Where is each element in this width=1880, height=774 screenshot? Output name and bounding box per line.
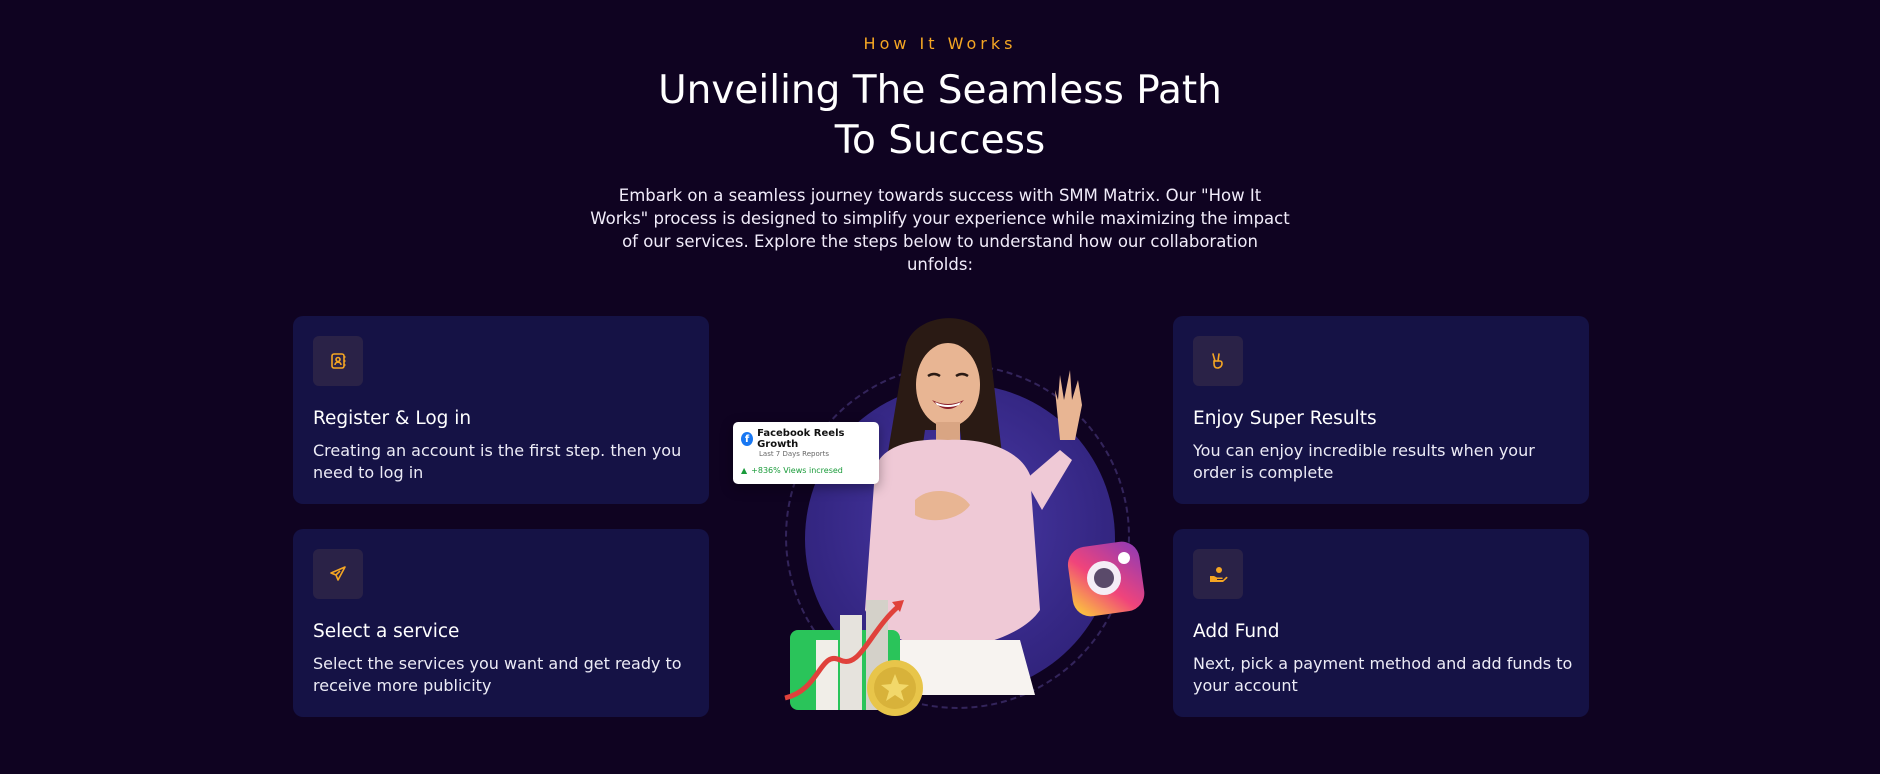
- badge-stat: +836% Views incresed: [751, 466, 843, 475]
- step-description: You can enjoy incredible results when yo…: [1193, 441, 1535, 482]
- step-title: Add Fund: [1193, 621, 1280, 642]
- section-title-line2: To Success: [834, 118, 1046, 163]
- step-card-add-fund: Add Fund Next, pick a payment method and…: [1173, 529, 1589, 717]
- step-card-register: Register & Log in Creating an account is…: [293, 316, 709, 504]
- growth-chart-coin-illustration: [784, 600, 923, 716]
- step-title: Enjoy Super Results: [1193, 408, 1377, 429]
- badge-subtitle: Last 7 Days Reports: [759, 450, 830, 458]
- paper-plane-icon: [313, 549, 363, 599]
- instagram-icon: [1067, 541, 1145, 617]
- step-card-results: Enjoy Super Results You can enjoy incred…: [1173, 316, 1589, 504]
- how-it-works-eyebrow: How It Works: [863, 34, 1017, 53]
- step-description: Select the services you want and get rea…: [313, 654, 682, 695]
- facebook-icon: f: [741, 432, 754, 446]
- section-title-line1: Unveiling The Seamless Path: [658, 68, 1222, 113]
- step-card-select-service: Select a service Select the services you…: [293, 529, 709, 717]
- badge-title: Facebook Reels Growth: [757, 428, 845, 450]
- facebook-reels-growth-card: f Facebook Reels Growth Last 7 Days Repo…: [733, 422, 879, 484]
- upload-arrow-icon: ▲: [741, 466, 748, 475]
- step-description: Next, pick a payment method and add fund…: [1193, 654, 1573, 695]
- hand-coin-icon: [1193, 549, 1243, 599]
- step-title: Select a service: [313, 621, 460, 642]
- step-description: Creating an account is the first step. t…: [313, 441, 682, 482]
- victory-hand-icon: [1193, 336, 1243, 386]
- step-title: Register & Log in: [313, 408, 472, 429]
- contact-book-icon: [313, 336, 363, 386]
- section-subtitle: Embark on a seamless journey towards suc…: [590, 186, 1290, 274]
- hero-illustration: f Facebook Reels Growth Last 7 Days Repo…: [730, 300, 1150, 730]
- section-title: Unveiling The Seamless Path To Success: [0, 66, 1880, 166]
